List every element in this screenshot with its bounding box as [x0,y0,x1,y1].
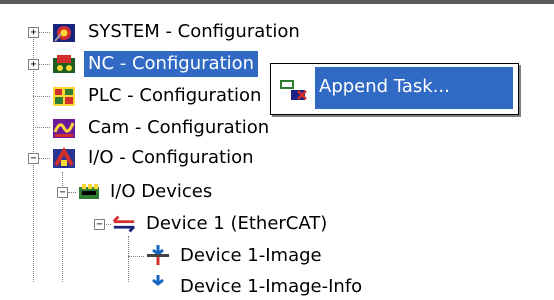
ethercat-device-icon [112,215,136,233]
tree-item-io-configuration[interactable]: I/O - Configuration [84,145,258,171]
cam-config-icon [53,119,75,138]
plc-config-icon [53,87,75,106]
tree-line [39,64,50,65]
tree-item-io-devices[interactable]: I/O Devices [106,179,216,205]
tree-item-device1-image[interactable]: Device 1-Image [176,243,326,269]
expand-toggle-nc[interactable]: + [28,59,39,70]
tree-line [128,236,129,282]
tree-line [62,196,63,282]
tree-line [33,96,50,97]
process-image-icon [147,245,169,265]
process-image-icon [152,275,164,286]
expand-toggle-system[interactable]: + [28,27,39,38]
io-config-icon [53,147,75,168]
append-task-menu-item[interactable]: Append Task... [315,67,513,109]
append-task-icon [280,80,307,100]
io-devices-icon [79,184,99,199]
tree-item-device1-ethercat[interactable]: Device 1 (EtherCAT) [142,211,331,237]
context-menu: Append Task... [270,63,519,115]
append-task-label: Append Task... [319,76,450,97]
collapse-toggle-io[interactable]: − [28,153,39,164]
collapse-toggle-io-devices[interactable]: − [57,187,68,198]
nc-config-icon [53,55,75,73]
tree-line [33,127,50,128]
tree-item-plc-configuration[interactable]: PLC - Configuration [84,83,266,109]
tree-line [128,256,144,257]
tree-item-nc-configuration[interactable]: NC - Configuration [84,51,259,77]
window-top-border [0,0,554,4]
tree-item-system-configuration[interactable]: SYSTEM - Configuration [84,19,304,45]
tree-line [68,192,76,193]
collapse-toggle-device1[interactable]: − [94,219,105,230]
tree-item-device1-image-info[interactable]: Device 1-Image-Info [176,274,366,300]
tree-line [39,32,50,33]
tree-line [39,158,50,159]
system-config-icon [53,24,75,42]
tree-item-cam-configuration[interactable]: Cam - Configuration [84,115,273,141]
